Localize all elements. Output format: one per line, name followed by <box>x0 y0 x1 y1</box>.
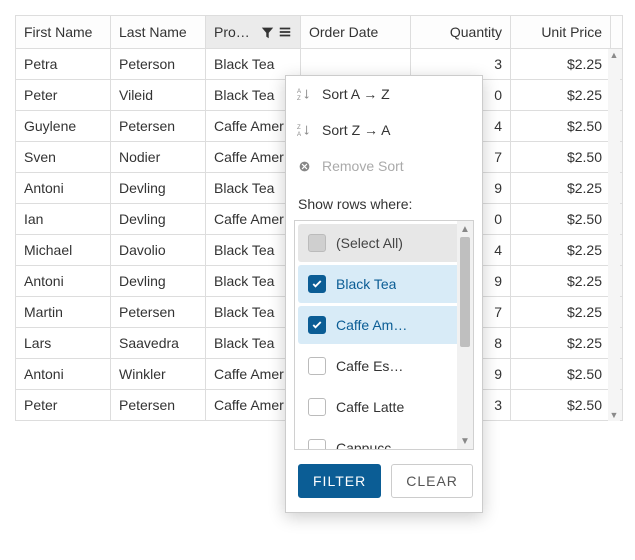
cell-last-name: Saavedra <box>111 328 206 359</box>
column-header-label: Unit Price <box>541 24 602 40</box>
cell-last-name: Winkler <box>111 359 206 390</box>
filter-option-label: Caffe Es… <box>336 358 403 374</box>
column-header-first-name[interactable]: First Name <box>16 16 111 49</box>
column-header-label: Order Date <box>309 24 378 40</box>
checkbox-indeterminate-icon <box>308 234 326 252</box>
menu-item-label: Remove Sort <box>322 158 404 174</box>
filter-option-label: Caffe Latte <box>336 399 404 415</box>
svg-text:A: A <box>297 131 302 137</box>
filter-icon[interactable] <box>261 26 274 39</box>
menu-item-label: Sort A → Z <box>322 86 390 102</box>
cell-first-name: Petra <box>16 49 111 80</box>
column-header-unit-price[interactable]: Unit Price <box>511 16 611 49</box>
svg-text:Z: Z <box>297 124 301 131</box>
cell-unit-price: $2.50 <box>511 359 611 390</box>
column-header-label: Pro… <box>214 24 257 40</box>
checkbox-checked-icon <box>308 275 326 293</box>
filter-option-label: (Select All) <box>336 235 403 251</box>
cell-unit-price: $2.50 <box>511 390 611 421</box>
cell-unit-price: $2.25 <box>511 328 611 359</box>
cell-first-name: Ian <box>16 204 111 235</box>
column-header-quantity[interactable]: Quantity <box>411 16 511 49</box>
cell-last-name: Peterson <box>111 49 206 80</box>
column-header-label: First Name <box>24 24 92 40</box>
cell-last-name: Vileid <box>111 80 206 111</box>
scroll-down-arrow-icon[interactable]: ▼ <box>457 433 473 449</box>
clear-button[interactable]: CLEAR <box>391 464 473 498</box>
filter-list-scrollbar[interactable]: ▲ ▼ <box>457 221 473 449</box>
cell-last-name: Devling <box>111 266 206 297</box>
cell-unit-price: $2.25 <box>511 235 611 266</box>
remove-sort-menu-item: Remove Sort <box>286 148 482 184</box>
scroll-up-arrow-icon[interactable]: ▲ <box>457 221 473 237</box>
filter-option-cappuccino[interactable]: Cappucc… <box>298 429 470 449</box>
sort-ascending-menu-item[interactable]: AZ Sort A → Z <box>286 76 482 112</box>
svg-text:Z: Z <box>297 95 301 101</box>
cell-unit-price: $2.50 <box>511 204 611 235</box>
column-header-order-date[interactable]: Order Date <box>301 16 411 49</box>
cell-last-name: Devling <box>111 173 206 204</box>
cell-unit-price: $2.50 <box>511 142 611 173</box>
sort-desc-icon: ZA <box>296 123 312 137</box>
filter-option-select-all[interactable]: (Select All) <box>298 224 470 262</box>
menu-item-label: Sort Z → A <box>322 122 390 138</box>
cell-first-name: Antoni <box>16 173 111 204</box>
cell-unit-price: $2.25 <box>511 49 611 80</box>
cell-unit-price: $2.25 <box>511 173 611 204</box>
sort-descending-menu-item[interactable]: ZA Sort Z → A <box>286 112 482 148</box>
cell-first-name: Lars <box>16 328 111 359</box>
cell-last-name: Petersen <box>111 111 206 142</box>
column-header-label: Last Name <box>119 24 187 40</box>
cell-unit-price: $2.25 <box>511 297 611 328</box>
cell-first-name: Michael <box>16 235 111 266</box>
cell-unit-price: $2.25 <box>511 80 611 111</box>
column-header-last-name[interactable]: Last Name <box>111 16 206 49</box>
cell-first-name: Peter <box>16 390 111 421</box>
column-header-label: Quantity <box>450 24 502 40</box>
cell-first-name: Martin <box>16 297 111 328</box>
cell-first-name: Peter <box>16 80 111 111</box>
cell-first-name: Guylene <box>16 111 111 142</box>
scrollbar-gutter-header <box>611 16 623 49</box>
checkbox-unchecked-icon <box>308 398 326 416</box>
checkbox-unchecked-icon <box>308 357 326 375</box>
cell-last-name: Davolio <box>111 235 206 266</box>
cell-last-name: Nodier <box>111 142 206 173</box>
filter-values-list: (Select All) Black Tea Caffe Am… Ca <box>294 220 474 450</box>
scrollbar-thumb[interactable] <box>460 237 470 347</box>
data-grid: First Name Last Name Pro… <box>15 15 620 421</box>
menu-icon[interactable] <box>278 25 292 39</box>
filter-option-black-tea[interactable]: Black Tea <box>298 265 470 303</box>
cell-first-name: Antoni <box>16 359 111 390</box>
checkbox-checked-icon <box>308 316 326 334</box>
filter-button[interactable]: FILTER <box>298 464 381 498</box>
grid-vertical-scrollbar[interactable]: ▲ ▼ <box>608 49 620 421</box>
cell-first-name: Sven <box>16 142 111 173</box>
checkbox-unchecked-icon <box>308 439 326 449</box>
column-header-product[interactable]: Pro… <box>206 16 301 49</box>
cell-unit-price: $2.25 <box>511 266 611 297</box>
filter-option-label: Black Tea <box>336 276 396 292</box>
filter-option-caffe-espresso[interactable]: Caffe Es… <box>298 347 470 385</box>
svg-text:A: A <box>297 88 302 95</box>
show-rows-where-label: Show rows where: <box>286 184 482 220</box>
filter-option-caffe-americano[interactable]: Caffe Am… <box>298 306 470 344</box>
cell-first-name: Antoni <box>16 266 111 297</box>
cell-last-name: Devling <box>111 204 206 235</box>
scroll-down-arrow-icon[interactable]: ▼ <box>608 409 620 421</box>
filter-option-caffe-latte[interactable]: Caffe Latte <box>298 388 470 426</box>
scroll-up-arrow-icon[interactable]: ▲ <box>608 49 620 61</box>
cell-unit-price: $2.50 <box>511 111 611 142</box>
cell-last-name: Petersen <box>111 297 206 328</box>
filter-option-label: Caffe Am… <box>336 317 407 333</box>
remove-sort-icon <box>296 160 312 173</box>
sort-asc-icon: AZ <box>296 87 312 101</box>
filter-option-label: Cappucc… <box>336 440 405 449</box>
column-filter-popup: AZ Sort A → Z ZA Sort Z → A Remove Sort … <box>285 75 483 513</box>
cell-last-name: Petersen <box>111 390 206 421</box>
